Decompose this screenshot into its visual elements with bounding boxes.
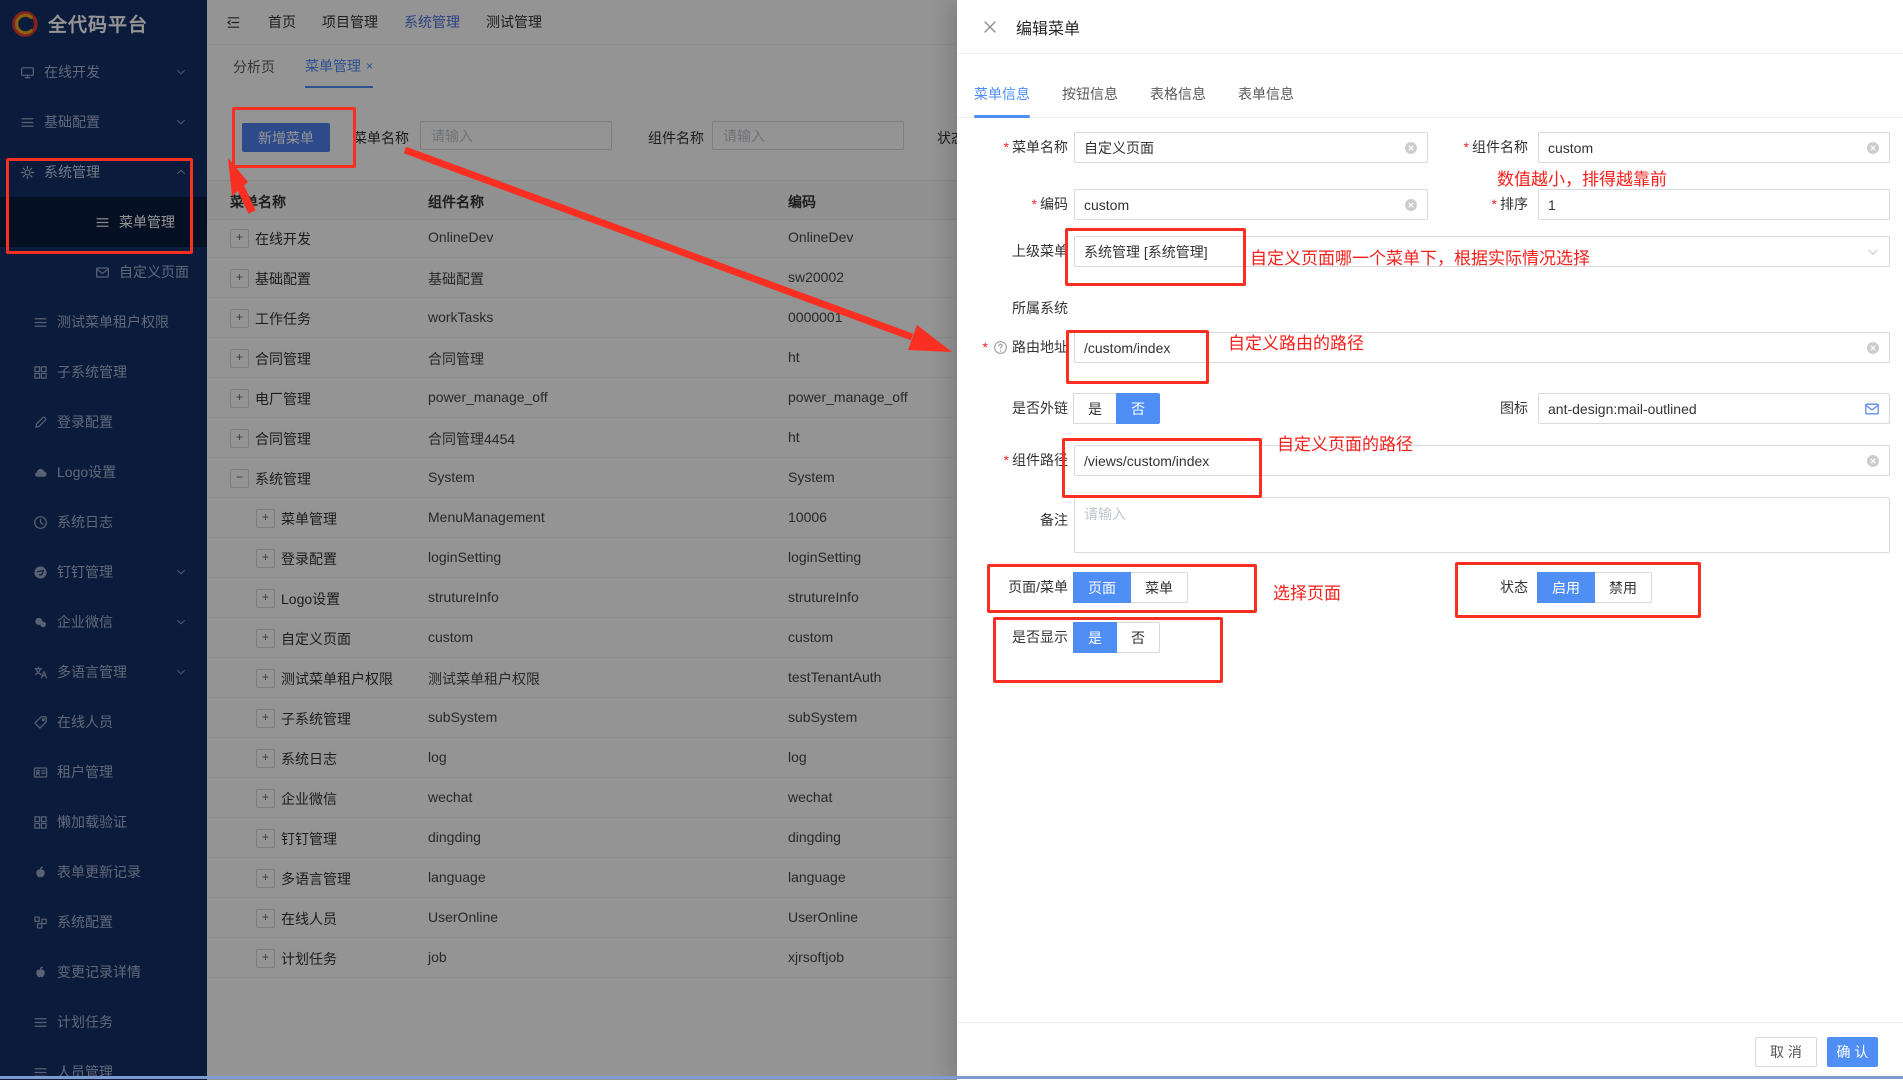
status-label: 状态 bbox=[1417, 572, 1528, 603]
clear-icon[interactable] bbox=[1866, 341, 1880, 355]
code-label: 编码 bbox=[957, 189, 1068, 220]
drawer-overlay-mask[interactable] bbox=[0, 0, 957, 1080]
toggle-option-label: 否 bbox=[1131, 628, 1145, 648]
app-window: 全代码平台 在线开发 基础配置 系统管理 bbox=[0, 0, 1903, 1080]
toggle-option[interactable]: 页面 bbox=[1073, 572, 1131, 603]
question-circle-icon[interactable] bbox=[993, 340, 1008, 355]
remark-textarea[interactable]: 请输入 bbox=[1074, 497, 1890, 553]
page-menu-toggle: 页面 菜单 bbox=[1074, 572, 1188, 603]
icon-field[interactable]: ant-design:mail-outlined bbox=[1538, 393, 1890, 424]
bottom-edge-line bbox=[0, 1076, 1903, 1079]
page-menu-label: 页面/菜单 bbox=[957, 572, 1068, 603]
field-value: 自定义页面 bbox=[1084, 138, 1154, 158]
toggle-option[interactable]: 否 bbox=[1116, 393, 1160, 424]
toggle-option-label: 禁用 bbox=[1609, 578, 1637, 598]
route-field[interactable]: /custom/index bbox=[1074, 332, 1890, 363]
edit-menu-drawer: 编辑菜单 菜单信息 按钮信息 表格信息 表单信息 bbox=[957, 0, 1903, 1080]
parent-menu-select[interactable]: 系统管理 [系统管理] bbox=[1074, 236, 1890, 267]
field-value: /views/custom/index bbox=[1084, 453, 1209, 469]
code-field[interactable]: custom bbox=[1074, 189, 1428, 220]
menu-name-field[interactable]: 自定义页面 bbox=[1074, 132, 1428, 163]
visible-label: 是否显示 bbox=[957, 622, 1068, 653]
chevron-down-icon bbox=[1866, 245, 1880, 259]
field-value: 1 bbox=[1548, 197, 1556, 213]
toggle-option-label: 启用 bbox=[1552, 578, 1580, 598]
component-path-label: 组件路径 bbox=[957, 445, 1068, 476]
status-toggle: 启用 禁用 bbox=[1538, 572, 1652, 603]
confirm-button[interactable]: 确 认 bbox=[1827, 1037, 1878, 1067]
toggle-option[interactable]: 启用 bbox=[1537, 572, 1595, 603]
system-label: 所属系统 bbox=[957, 293, 1068, 324]
route-label: 路由地址 bbox=[957, 332, 1068, 363]
field-value: ant-design:mail-outlined bbox=[1548, 401, 1697, 417]
icon-label: 图标 bbox=[1417, 393, 1528, 424]
external-link-label: 是否外链 bbox=[957, 393, 1068, 424]
toggle-option[interactable]: 否 bbox=[1116, 622, 1160, 653]
toggle-option-label: 页面 bbox=[1088, 578, 1116, 598]
clear-icon[interactable] bbox=[1404, 198, 1418, 212]
textarea-placeholder: 请输入 bbox=[1084, 504, 1126, 524]
select-value: 系统管理 [系统管理] bbox=[1084, 242, 1208, 262]
component-path-field[interactable]: /views/custom/index bbox=[1074, 445, 1890, 476]
toggle-option-label: 菜单 bbox=[1145, 578, 1173, 598]
toggle-option-label: 否 bbox=[1131, 399, 1145, 419]
external-link-toggle: 是否 bbox=[1074, 393, 1160, 424]
cancel-button[interactable]: 取 消 bbox=[1755, 1037, 1817, 1067]
remark-label: 备注 bbox=[957, 505, 1068, 536]
toggle-option[interactable]: 是 bbox=[1073, 622, 1117, 653]
required-mark bbox=[983, 339, 991, 355]
component-name-label: 组件名称 bbox=[1417, 132, 1528, 163]
field-value: custom bbox=[1548, 140, 1593, 156]
menu-name-label: 菜单名称 bbox=[957, 132, 1068, 163]
mail-icon[interactable] bbox=[1864, 401, 1880, 417]
visible-toggle: 是否 bbox=[1074, 622, 1160, 653]
toggle-option[interactable]: 是 bbox=[1073, 393, 1117, 424]
parent-menu-label: 上级菜单 bbox=[957, 236, 1068, 267]
toggle-option-label: 是 bbox=[1088, 399, 1102, 419]
drawer-footer: 取 消 确 认 bbox=[957, 1022, 1903, 1080]
route-label-text: 路由地址 bbox=[1012, 339, 1068, 355]
field-value: /custom/index bbox=[1084, 340, 1170, 356]
toggle-option-label: 是 bbox=[1088, 628, 1102, 648]
field-value: custom bbox=[1084, 197, 1129, 213]
menu-form: 菜单名称 自定义页面 组件名称 custom 编码 custom 排序 1 上级… bbox=[957, 0, 1903, 1080]
clear-icon[interactable] bbox=[1866, 141, 1880, 155]
clear-icon[interactable] bbox=[1866, 454, 1880, 468]
clear-icon[interactable] bbox=[1404, 141, 1418, 155]
toggle-option[interactable]: 菜单 bbox=[1130, 572, 1188, 603]
toggle-option[interactable]: 禁用 bbox=[1594, 572, 1652, 603]
sort-field[interactable]: 1 bbox=[1538, 189, 1890, 220]
sort-label: 排序 bbox=[1417, 189, 1528, 220]
component-name-field[interactable]: custom bbox=[1538, 132, 1890, 163]
